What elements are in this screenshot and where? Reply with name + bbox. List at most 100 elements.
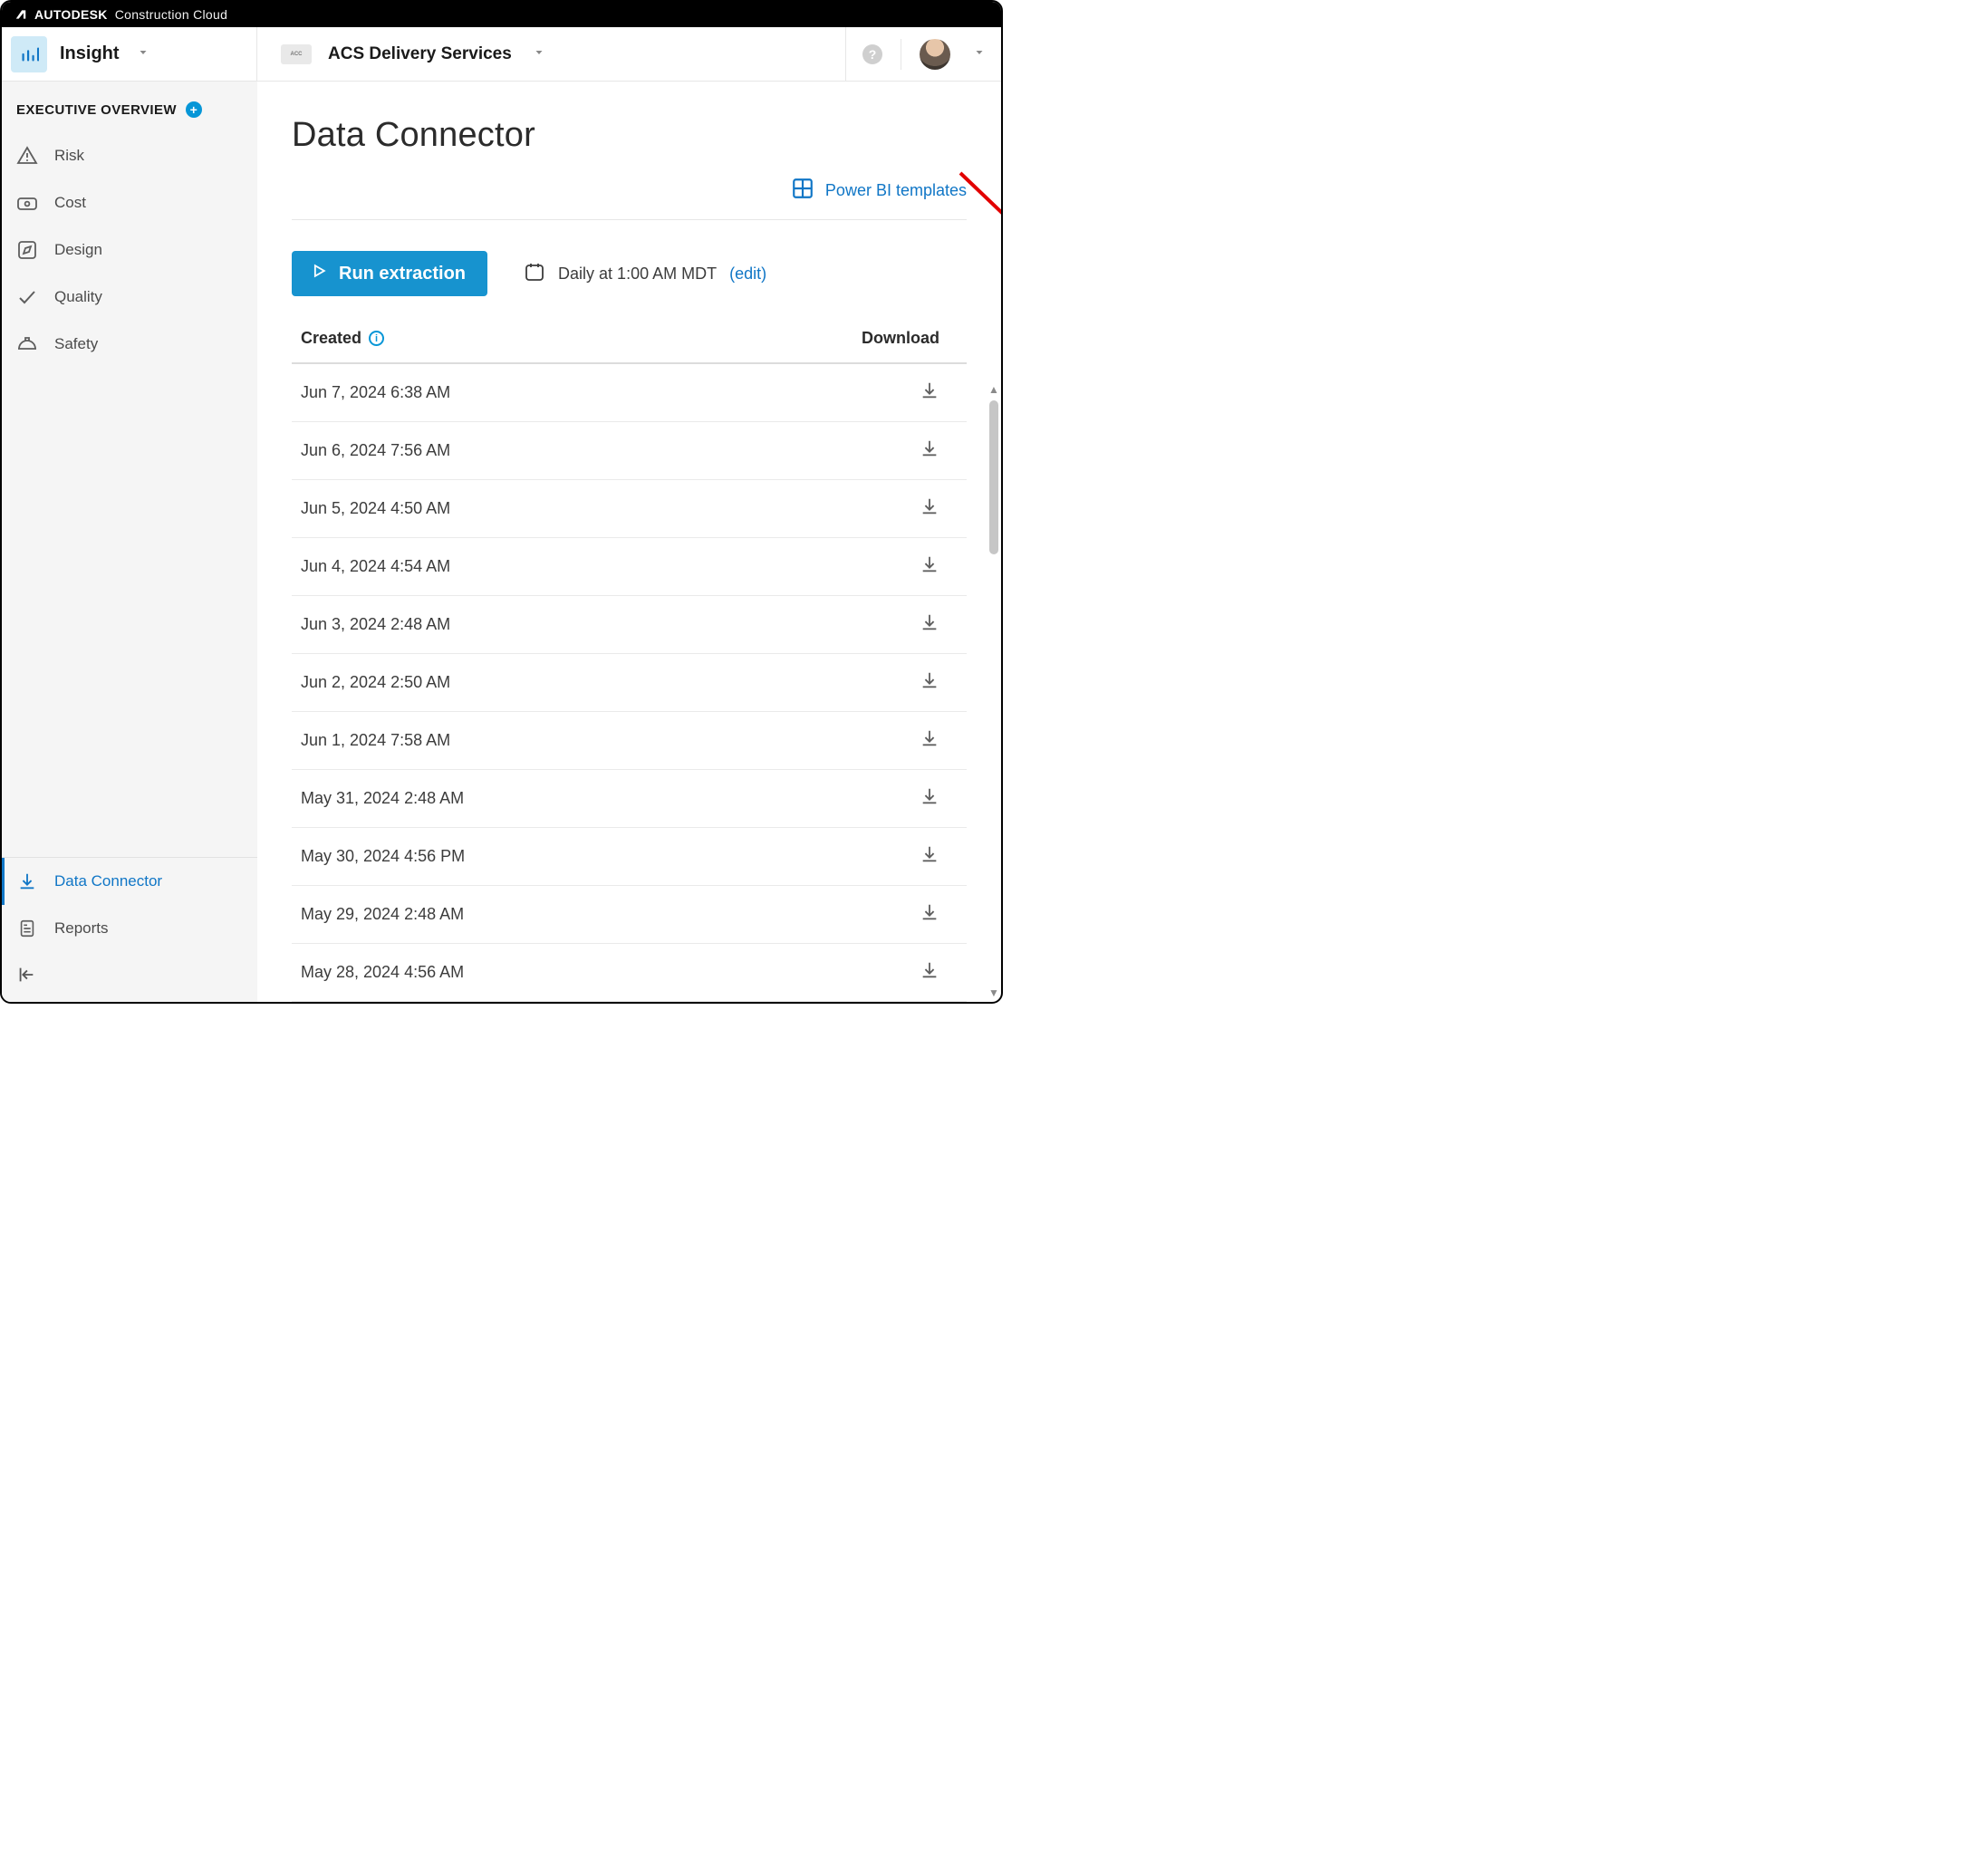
play-icon	[310, 262, 328, 285]
sidebar-item-cost[interactable]: Cost	[2, 179, 257, 226]
module-name: Insight	[60, 43, 120, 64]
schedule-edit-link[interactable]: (edit)	[729, 265, 766, 284]
download-row-button[interactable]	[920, 496, 939, 521]
module-switcher[interactable]: Insight	[2, 27, 257, 81]
sidebar-item-reports[interactable]: Reports	[2, 905, 257, 952]
brand-light: Construction Cloud	[115, 7, 227, 22]
action-row: Run extraction Daily at 1:00 AM MDT (edi…	[292, 220, 967, 320]
sidebar-item-quality[interactable]: Quality	[2, 274, 257, 321]
table-body: Jun 7, 2024 6:38 AM Jun 6, 2024 7:56 AM Ju…	[292, 364, 967, 1002]
autodesk-logo-icon	[14, 8, 27, 21]
calendar-icon	[524, 261, 545, 287]
scroll-up-icon[interactable]: ▲	[988, 380, 999, 399]
download-row-button[interactable]	[920, 960, 939, 985]
app-body: EXECUTIVE OVERVIEW + Risk Cost	[2, 82, 1001, 1002]
sidebar-item-label: Quality	[54, 288, 102, 306]
avatar[interactable]	[920, 39, 950, 70]
info-icon[interactable]: i	[369, 331, 384, 346]
table-row: May 29, 2024 2:48 AM	[292, 886, 967, 944]
col-download-label: Download	[862, 329, 939, 348]
pencil-square-icon	[16, 239, 38, 261]
table-row: May 30, 2024 4:56 PM	[292, 828, 967, 886]
grid-icon	[791, 177, 814, 205]
row-created: May 28, 2024 4:56 AM	[301, 963, 464, 982]
run-extraction-label: Run extraction	[339, 264, 466, 284]
app-window: AUTODESK Construction Cloud Insight ACC …	[0, 0, 1003, 1004]
warning-triangle-icon	[16, 145, 38, 167]
schedule-display: Daily at 1:00 AM MDT (edit)	[524, 261, 766, 287]
sidebar-item-design[interactable]: Design	[2, 226, 257, 274]
download-row-button[interactable]	[920, 670, 939, 695]
download-row-button[interactable]	[920, 612, 939, 637]
insight-badge-icon	[11, 36, 47, 72]
download-row-button[interactable]	[920, 438, 939, 463]
download-row-button[interactable]	[920, 844, 939, 869]
row-created: Jun 6, 2024 7:56 AM	[301, 441, 450, 460]
header-right: ?	[845, 27, 1001, 81]
sidebar-section-label: EXECUTIVE OVERVIEW	[16, 102, 177, 118]
brand-strong: AUTODESK	[34, 7, 108, 22]
cash-icon	[16, 192, 38, 214]
sidebar-section-title: EXECUTIVE OVERVIEW +	[2, 82, 257, 132]
download-row-button[interactable]	[920, 786, 939, 811]
sidebar-item-safety[interactable]: Safety	[2, 321, 257, 368]
table-row: Jun 7, 2024 6:38 AM	[292, 364, 967, 422]
add-dashboard-icon[interactable]: +	[186, 101, 202, 118]
col-created-label: Created	[301, 329, 361, 348]
scroll-down-icon[interactable]: ▼	[988, 984, 999, 1002]
table-row: May 28, 2024 4:56 AM	[292, 944, 967, 1002]
main-content: Data Connector Power BI templates Run ex…	[257, 82, 1001, 1002]
brand-bar: AUTODESK Construction Cloud	[2, 2, 1001, 27]
chevron-down-icon	[138, 46, 149, 63]
table-header: Created i Download	[292, 320, 967, 364]
row-created: Jun 3, 2024 2:48 AM	[301, 615, 450, 634]
collapse-left-icon	[16, 973, 36, 988]
project-switcher[interactable]: ACC ACS Delivery Services	[257, 44, 845, 64]
download-row-button[interactable]	[920, 902, 939, 927]
acc-logo-icon: ACC	[281, 44, 312, 64]
table-row: May 31, 2024 2:48 AM	[292, 770, 967, 828]
row-created: Jun 5, 2024 4:50 AM	[301, 499, 450, 518]
chevron-down-icon[interactable]	[974, 46, 985, 63]
scroll-thumb[interactable]	[989, 400, 998, 554]
download-row-button[interactable]	[920, 728, 939, 753]
sidebar-bottom: Data Connector Reports	[2, 857, 257, 1002]
schedule-text: Daily at 1:00 AM MDT	[558, 265, 717, 284]
run-extraction-button[interactable]: Run extraction	[292, 251, 487, 296]
powerbi-templates-link[interactable]: Power BI templates	[292, 177, 967, 220]
download-row-button[interactable]	[920, 380, 939, 405]
sidebar-nav: Risk Cost Design	[2, 132, 257, 368]
page-title: Data Connector	[292, 116, 967, 155]
sidebar-spacer	[2, 368, 257, 857]
sidebar-item-risk[interactable]: Risk	[2, 132, 257, 179]
scrollbar[interactable]: ▲ ▼	[987, 380, 1001, 1002]
row-created: Jun 7, 2024 6:38 AM	[301, 383, 450, 402]
table-row: Jun 6, 2024 7:56 AM	[292, 422, 967, 480]
chevron-down-icon	[534, 46, 544, 63]
sidebar-collapse[interactable]	[2, 952, 257, 1002]
sidebar-item-label: Safety	[54, 335, 98, 353]
table-row: Jun 1, 2024 7:58 AM	[292, 712, 967, 770]
report-icon	[16, 918, 38, 939]
table-row: Jun 2, 2024 2:50 AM	[292, 654, 967, 712]
row-created: May 29, 2024 2:48 AM	[301, 905, 464, 924]
sidebar: EXECUTIVE OVERVIEW + Risk Cost	[2, 82, 257, 1002]
row-created: Jun 1, 2024 7:58 AM	[301, 731, 450, 750]
table-row: Jun 5, 2024 4:50 AM	[292, 480, 967, 538]
extraction-table: Created i Download Jun 7, 2024 6:38 AMJu…	[292, 320, 967, 1002]
project-name: ACS Delivery Services	[328, 44, 512, 64]
sidebar-item-data-connector[interactable]: Data Connector	[2, 858, 257, 905]
row-created: Jun 4, 2024 4:54 AM	[301, 557, 450, 576]
row-created: May 30, 2024 4:56 PM	[301, 847, 465, 866]
row-created: May 31, 2024 2:48 AM	[301, 789, 464, 808]
help-icon[interactable]: ?	[862, 44, 882, 64]
check-icon	[16, 286, 38, 308]
app-header: Insight ACC ACS Delivery Services ?	[2, 27, 1001, 82]
sidebar-item-label: Design	[54, 241, 102, 259]
download-row-button[interactable]	[920, 554, 939, 579]
download-icon	[16, 871, 38, 892]
hardhat-icon	[16, 333, 38, 355]
table-row: Jun 4, 2024 4:54 AM	[292, 538, 967, 596]
sidebar-item-label: Cost	[54, 194, 86, 212]
sidebar-item-label: Reports	[54, 919, 109, 938]
